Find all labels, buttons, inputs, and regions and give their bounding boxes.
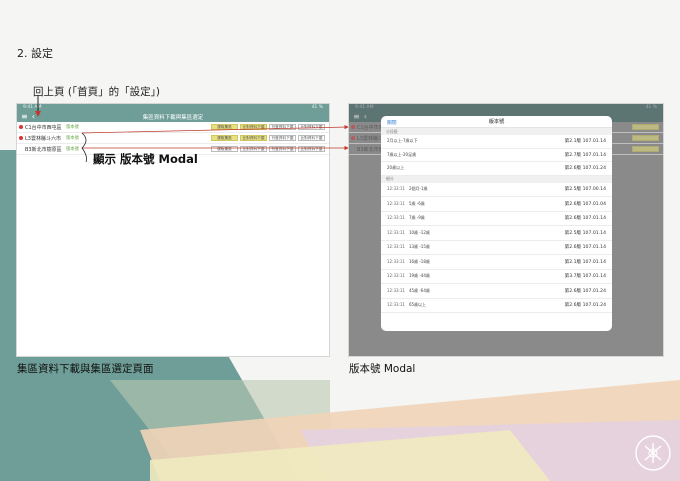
caption-left: 集區資料下載與集區選定頁面	[17, 363, 154, 375]
logo-icon	[635, 435, 671, 471]
annotation-arrows	[35, 95, 349, 163]
caption-right: 版本號 Modal	[349, 363, 416, 375]
